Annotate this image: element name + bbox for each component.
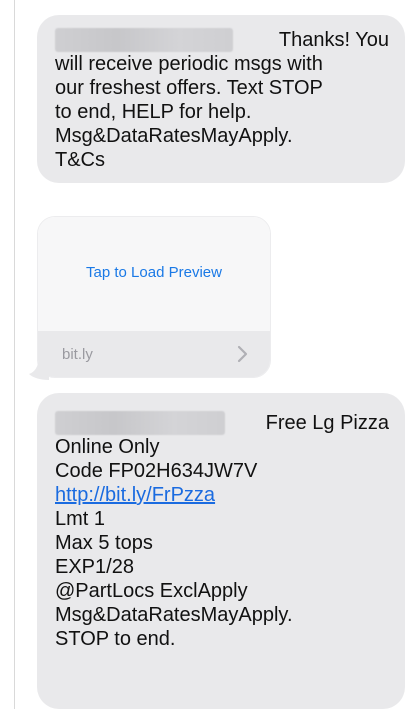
message-line: Max 5 tops: [55, 532, 153, 554]
message-line: Free Lg Pizza: [55, 411, 391, 435]
preview-domain: bit.ly: [62, 346, 93, 363]
link-preview-area[interactable]: Tap to Load Preview: [38, 217, 270, 331]
message-line: @PartLocs ExclApply: [55, 580, 248, 602]
bubble-tail: [29, 358, 49, 380]
message-bubble-optin[interactable]: Thanks! You will receive periodic msgs w…: [37, 15, 405, 183]
message-line: Msg&DataRatesMayApply.: [55, 604, 293, 626]
redacted-sender-name: [55, 411, 225, 435]
redacted-sender-name: [55, 28, 233, 52]
message-text: Thanks! You: [278, 29, 389, 51]
message-line: Thanks! You: [55, 28, 391, 52]
message-line: STOP to end.: [55, 628, 176, 650]
message-line: Code FP02H634JW7V: [55, 460, 258, 482]
tap-to-load-preview-link[interactable]: Tap to Load Preview: [38, 264, 270, 281]
message-line: will receive periodic msgs with: [55, 53, 323, 75]
link-preview-footer[interactable]: bit.ly: [38, 331, 270, 377]
message-line: Online Only: [55, 436, 160, 458]
chevron-right-icon: [237, 345, 248, 363]
message-line[interactable]: http://bit.ly/FrPzza: [55, 483, 391, 507]
message-bubble-offer[interactable]: Free Lg Pizza Online Only Code FP02H634J…: [37, 393, 405, 709]
message-line: our freshest offers. Text STOP: [55, 77, 323, 99]
message-thread[interactable]: Thanks! You will receive periodic msgs w…: [29, 0, 407, 709]
message-line: T&Cs: [55, 149, 105, 171]
message-line: EXP1/28: [55, 556, 134, 578]
message-line: Lmt 1: [55, 508, 106, 530]
message-line: to end, HELP for help.: [55, 101, 252, 123]
left-edge-divider: [14, 0, 15, 709]
link-preview-card[interactable]: Tap to Load Preview bit.ly: [37, 216, 271, 378]
message-line: Msg&DataRatesMayApply.: [55, 125, 293, 147]
message-text: Free Lg Pizza: [265, 412, 389, 434]
offer-link[interactable]: http://bit.ly/FrPzza: [55, 484, 215, 506]
